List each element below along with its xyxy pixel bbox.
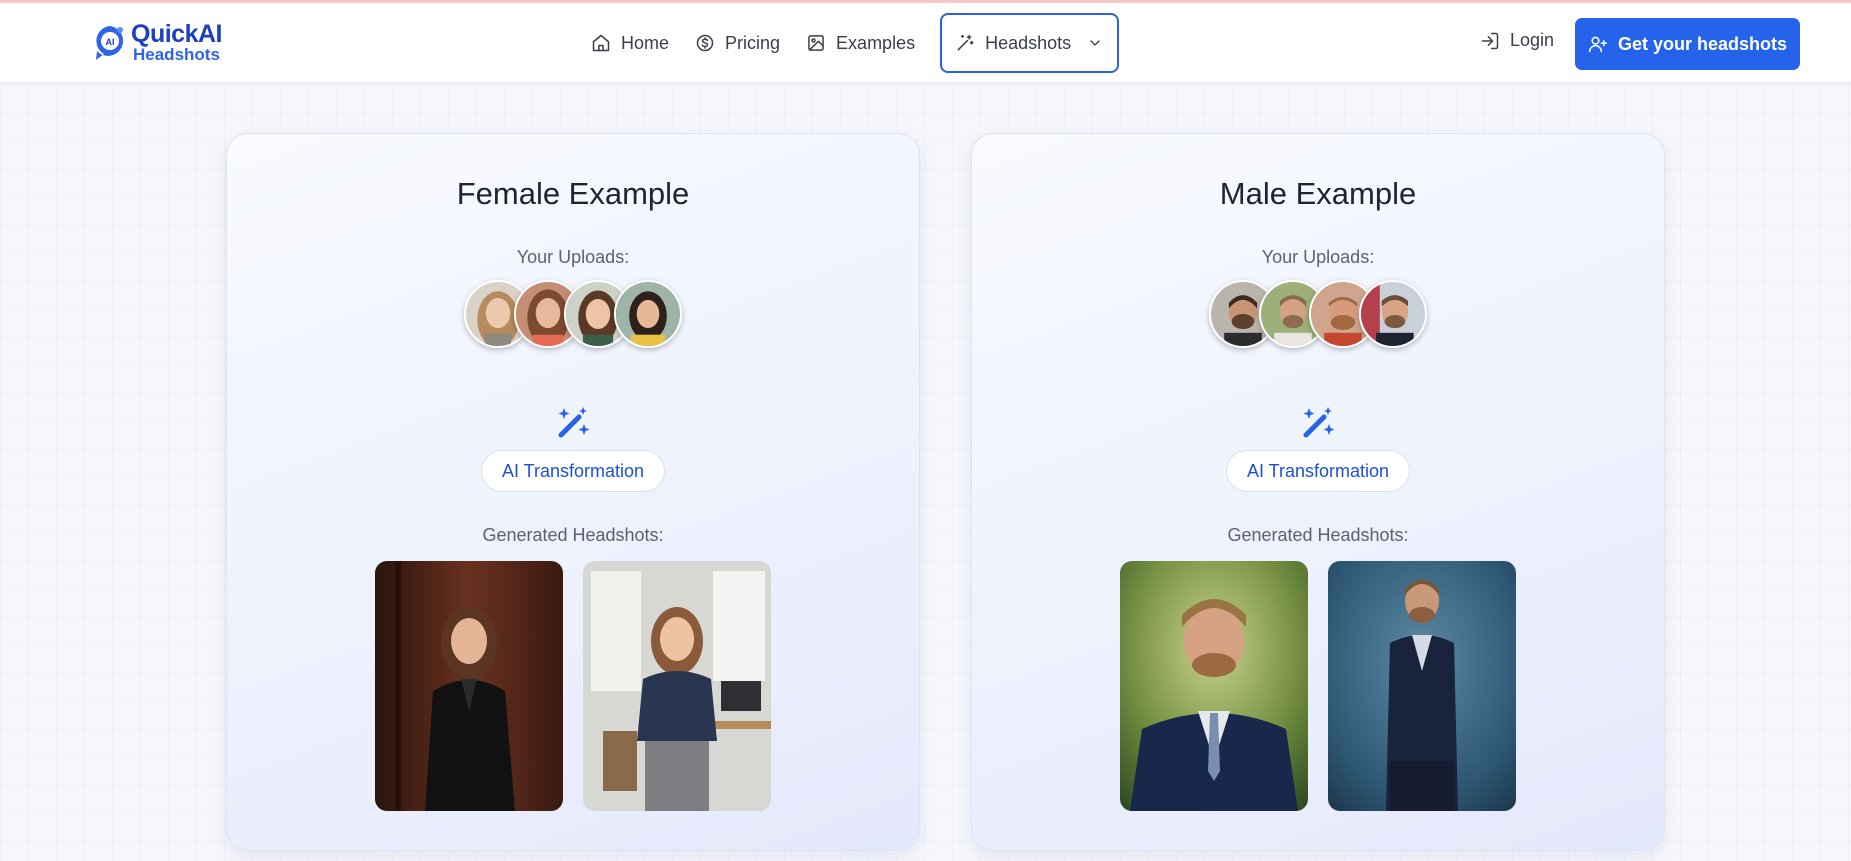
get-headshots-button[interactable]: Get your headshots (1575, 18, 1800, 70)
login-link[interactable]: Login (1480, 30, 1554, 51)
uploads-label: Your Uploads: (516, 247, 630, 267)
nav-examples[interactable]: Examples (793, 13, 928, 73)
male-example-card: Male Example Your Uploads: AI Transforma… (971, 133, 1665, 851)
card-title: Male Example (1219, 176, 1417, 211)
upload-avatar[interactable] (1359, 280, 1427, 348)
card-title: Female Example (456, 176, 690, 211)
generated-headshot[interactable] (583, 561, 771, 811)
ai-sparkle-wand-icon (1303, 407, 1335, 438)
upload-avatars (972, 280, 1664, 348)
generated-headshot[interactable] (1328, 561, 1516, 811)
magic-wand-icon (957, 34, 974, 51)
nav-examples-label: Examples (836, 32, 916, 53)
login-icon (1481, 32, 1499, 49)
main-nav: Home Pricing Examples Headshots (578, 13, 1120, 73)
get-headshots-label: Get your headshots (1617, 33, 1788, 54)
generated-headshots (227, 561, 919, 811)
nav-headshots-dropdown[interactable]: Headshots (940, 13, 1120, 73)
nav-home[interactable]: Home (578, 13, 682, 73)
nav-pricing-label: Pricing (725, 32, 781, 53)
brand-subtitle: Headshots (133, 45, 220, 64)
upload-avatars (227, 280, 919, 348)
logo-mark-icon: AI (96, 25, 124, 60)
generated-label: Generated Headshots: (1227, 525, 1409, 545)
uploads-label: Your Uploads: (1261, 247, 1375, 267)
upload-avatar[interactable] (614, 280, 682, 348)
user-plus-icon (1588, 36, 1608, 53)
nav-pricing[interactable]: Pricing (682, 13, 793, 73)
login-label: Login (1510, 30, 1555, 50)
brand-title: QuickAI (131, 20, 222, 48)
generated-headshot[interactable] (375, 561, 563, 811)
ai-sparkle-wand-icon (558, 407, 590, 438)
generated-headshot[interactable] (1120, 561, 1308, 811)
nav-home-label: Home (621, 32, 670, 53)
dollar-circle-icon (696, 34, 714, 52)
generated-headshots (972, 561, 1664, 811)
ai-transformation-badge: AI Transformation (480, 450, 666, 492)
site-header: AI QuickAI Headshots Home Pricing Exampl… (0, 3, 1851, 83)
logo-mark-text: AI (106, 37, 115, 47)
home-icon (592, 34, 610, 52)
chevron-down-icon (1090, 40, 1100, 46)
generated-label: Generated Headshots: (482, 525, 664, 545)
female-example-card: Female Example Your Uploads: AI Transfor… (226, 133, 920, 851)
nav-headshots-label: Headshots (985, 32, 1072, 53)
brand-logo[interactable]: AI QuickAI Headshots (93, 22, 222, 63)
image-icon (808, 35, 824, 51)
ai-transformation-badge: AI Transformation (1225, 450, 1411, 492)
